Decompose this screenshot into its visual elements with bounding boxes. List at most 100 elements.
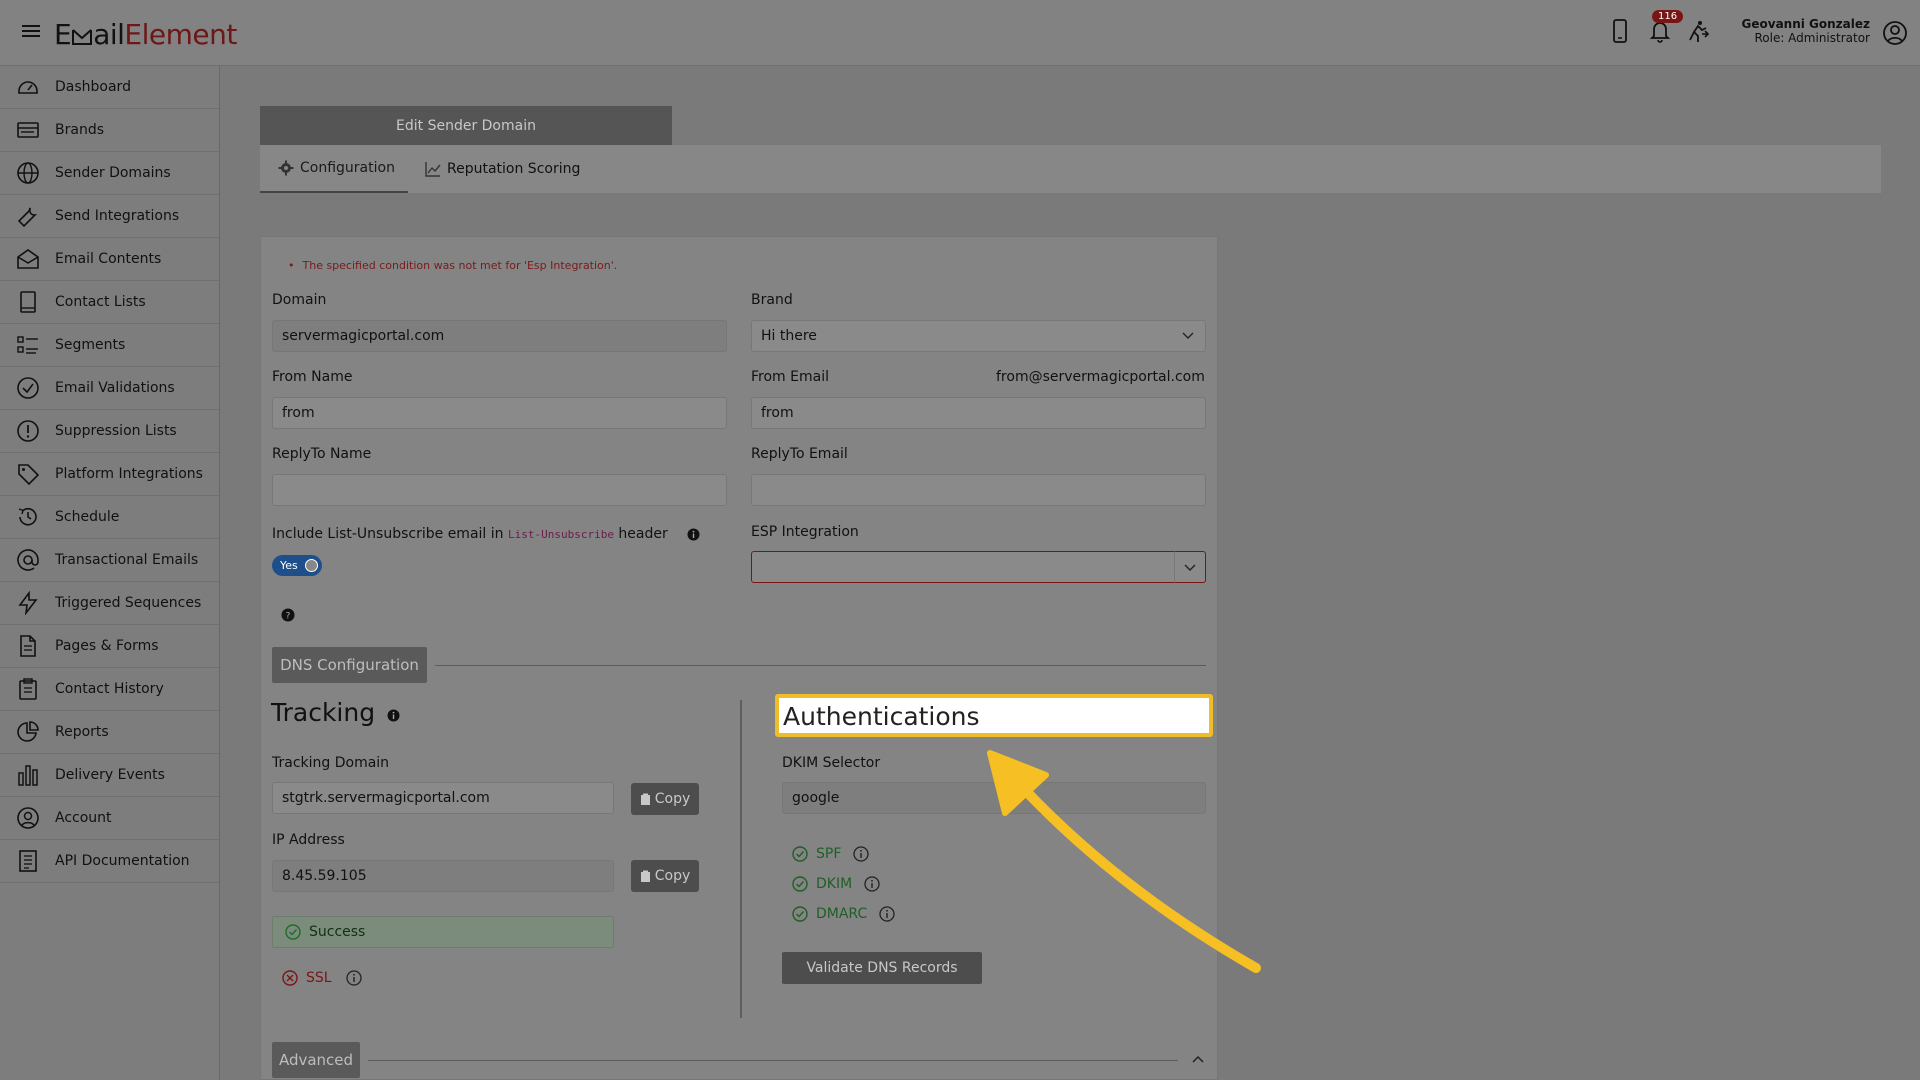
sidebar-item-triggered-sequences[interactable]: Triggered Sequences <box>0 582 219 625</box>
tracking-domain-label: Tracking Domain <box>272 755 390 771</box>
user-avatar-icon[interactable] <box>1882 20 1908 46</box>
info-outline-icon[interactable] <box>853 846 870 862</box>
dmarc-status: DMARC <box>792 906 903 922</box>
advanced-button[interactable]: Advanced <box>272 1042 360 1078</box>
clipboard-icon <box>19 678 37 700</box>
pie-chart-icon <box>17 721 39 742</box>
notifications-bell-icon[interactable]: 116 <box>1648 10 1684 44</box>
replyto-name-input[interactable] <box>272 474 727 506</box>
sidebar-item-contact-lists[interactable]: Contact Lists <box>0 281 219 324</box>
line-chart-icon <box>425 162 441 177</box>
clipboard-icon <box>640 870 650 882</box>
list-icon <box>17 336 38 354</box>
bolt-icon <box>18 591 38 615</box>
divider <box>368 1060 1178 1061</box>
divider <box>435 665 1206 666</box>
domain-input[interactable]: servermagicportal.com <box>272 320 727 352</box>
top-bar: EailElement 116 Geovanni Gonzalez Role: … <box>0 0 1920 66</box>
sidebar-item-pages-forms[interactable]: Pages & Forms <box>0 625 219 668</box>
ssl-status: SSL <box>282 970 370 986</box>
menu-icon[interactable] <box>22 22 40 40</box>
esp-integration-select[interactable] <box>751 551 1175 583</box>
logo-letter: E <box>54 18 72 51</box>
logout-icon[interactable] <box>1686 18 1710 44</box>
list-unsubscribe-label: Include List-Unsubscribe email in List-U… <box>272 526 668 542</box>
copy-label: Copy <box>654 791 691 807</box>
dkim-selector-label: DKIM Selector <box>782 755 881 771</box>
toggle-label: Yes <box>280 559 298 572</box>
sidebar-item-sender-domains[interactable]: Sender Domains <box>0 152 219 195</box>
sidebar-item-brands[interactable]: Brands <box>0 109 219 152</box>
user-name: Geovanni Gonzalez <box>1741 17 1870 31</box>
logo-envelope-icon <box>72 29 93 45</box>
sidebar-item-contact-history[interactable]: Contact History <box>0 668 219 711</box>
sidebar-item-label: Contact History <box>55 681 164 697</box>
info-icon[interactable] <box>687 528 700 541</box>
sidebar-item-reports[interactable]: Reports <box>0 711 219 754</box>
sidebar-item-send-integrations[interactable]: Send Integrations <box>0 195 219 238</box>
sidebar-item-label: Delivery Events <box>55 767 165 783</box>
sidebar-item-label: API Documentation <box>55 853 190 869</box>
success-label: Success <box>309 924 366 940</box>
esp-integration-label: ESP Integration <box>751 524 859 540</box>
check-circle-icon <box>792 906 808 922</box>
dkim-selector-input[interactable]: google <box>782 782 1206 814</box>
doc-icon <box>19 850 37 872</box>
brand-select[interactable]: Hi there <box>751 320 1206 352</box>
list-unsubscribe-toggle[interactable]: Yes <box>272 555 322 576</box>
info-outline-icon[interactable] <box>879 906 895 922</box>
sidebar-item-transactional-emails[interactable]: Transactional Emails <box>0 539 219 582</box>
mobile-icon[interactable] <box>1610 18 1634 44</box>
chevron-up-icon[interactable] <box>1192 1055 1204 1063</box>
app-logo[interactable]: EailElement <box>54 18 237 51</box>
sidebar-item-email-validations[interactable]: Email Validations <box>0 367 219 410</box>
domain-label: Domain <box>272 292 327 308</box>
sidebar-item-schedule[interactable]: Schedule <box>0 496 219 539</box>
logo-text-accent: Element <box>124 18 237 51</box>
clipboard-icon <box>640 793 650 805</box>
sidebar-item-delivery-events[interactable]: Delivery Events <box>0 754 219 797</box>
file-icon <box>20 635 36 657</box>
dns-configuration-button[interactable]: DNS Configuration <box>272 647 427 683</box>
info-outline-icon[interactable] <box>345 970 362 986</box>
tracking-domain-input[interactable]: stgtrk.servermagicportal.com <box>272 782 614 814</box>
sidebar-item-label: Dashboard <box>55 79 131 95</box>
tab-configuration[interactable]: Configuration <box>260 145 408 193</box>
dashboard-icon <box>18 81 38 94</box>
check-circle-icon <box>792 846 808 862</box>
svg-text:?: ? <box>286 612 291 622</box>
info-outline-icon[interactable] <box>864 876 880 892</box>
from-email-input[interactable]: from <box>751 397 1206 429</box>
user-info[interactable]: Geovanni Gonzalez Role: Administrator <box>1742 17 1870 45</box>
from-email-hint: from@servermagicportal.com <box>996 369 1205 385</box>
replyto-name-label: ReplyTo Name <box>272 446 372 462</box>
copy-tracking-domain-button[interactable]: Copy <box>631 783 699 815</box>
tab-reputation-scoring[interactable]: Reputation Scoring <box>425 145 580 193</box>
replyto-email-label: ReplyTo Email <box>751 446 848 462</box>
sidebar-item-api-documentation[interactable]: API Documentation <box>0 840 219 883</box>
sidebar-item-label: Segments <box>55 337 126 353</box>
sidebar-item-account[interactable]: Account <box>0 797 219 840</box>
from-name-input[interactable]: from <box>272 397 727 429</box>
esp-dropdown-toggle[interactable] <box>1174 551 1206 583</box>
sidebar-item-segments[interactable]: Segments <box>0 324 219 367</box>
sidebar-item-email-contents[interactable]: Email Contents <box>0 238 219 281</box>
column-divider <box>740 700 742 1018</box>
help-icon[interactable]: ? <box>281 608 295 622</box>
copy-ip-address-button[interactable]: Copy <box>631 860 699 892</box>
copy-label: Copy <box>654 868 691 884</box>
sidebar-item-dashboard[interactable]: Dashboard <box>0 66 219 109</box>
replyto-email-input[interactable] <box>751 474 1206 506</box>
sidebar-item-platform-integrations[interactable]: Platform Integrations <box>0 453 219 496</box>
chevron-down-icon[interactable] <box>1182 332 1194 340</box>
sidebar-item-label: Transactional Emails <box>55 552 199 568</box>
sidebar-item-suppression-lists[interactable]: Suppression Lists <box>0 410 219 453</box>
ip-address-input[interactable]: 8.45.59.105 <box>272 860 614 892</box>
info-icon[interactable] <box>387 709 400 722</box>
validate-dns-records-button[interactable]: Validate DNS Records <box>782 952 982 984</box>
sidebar-item-label: Sender Domains <box>55 165 171 181</box>
check-circle-icon <box>792 876 808 892</box>
chevron-down-icon <box>1184 564 1196 571</box>
user-role: Role: Administrator <box>1754 31 1870 45</box>
dmarc-label: DMARC <box>816 906 868 922</box>
